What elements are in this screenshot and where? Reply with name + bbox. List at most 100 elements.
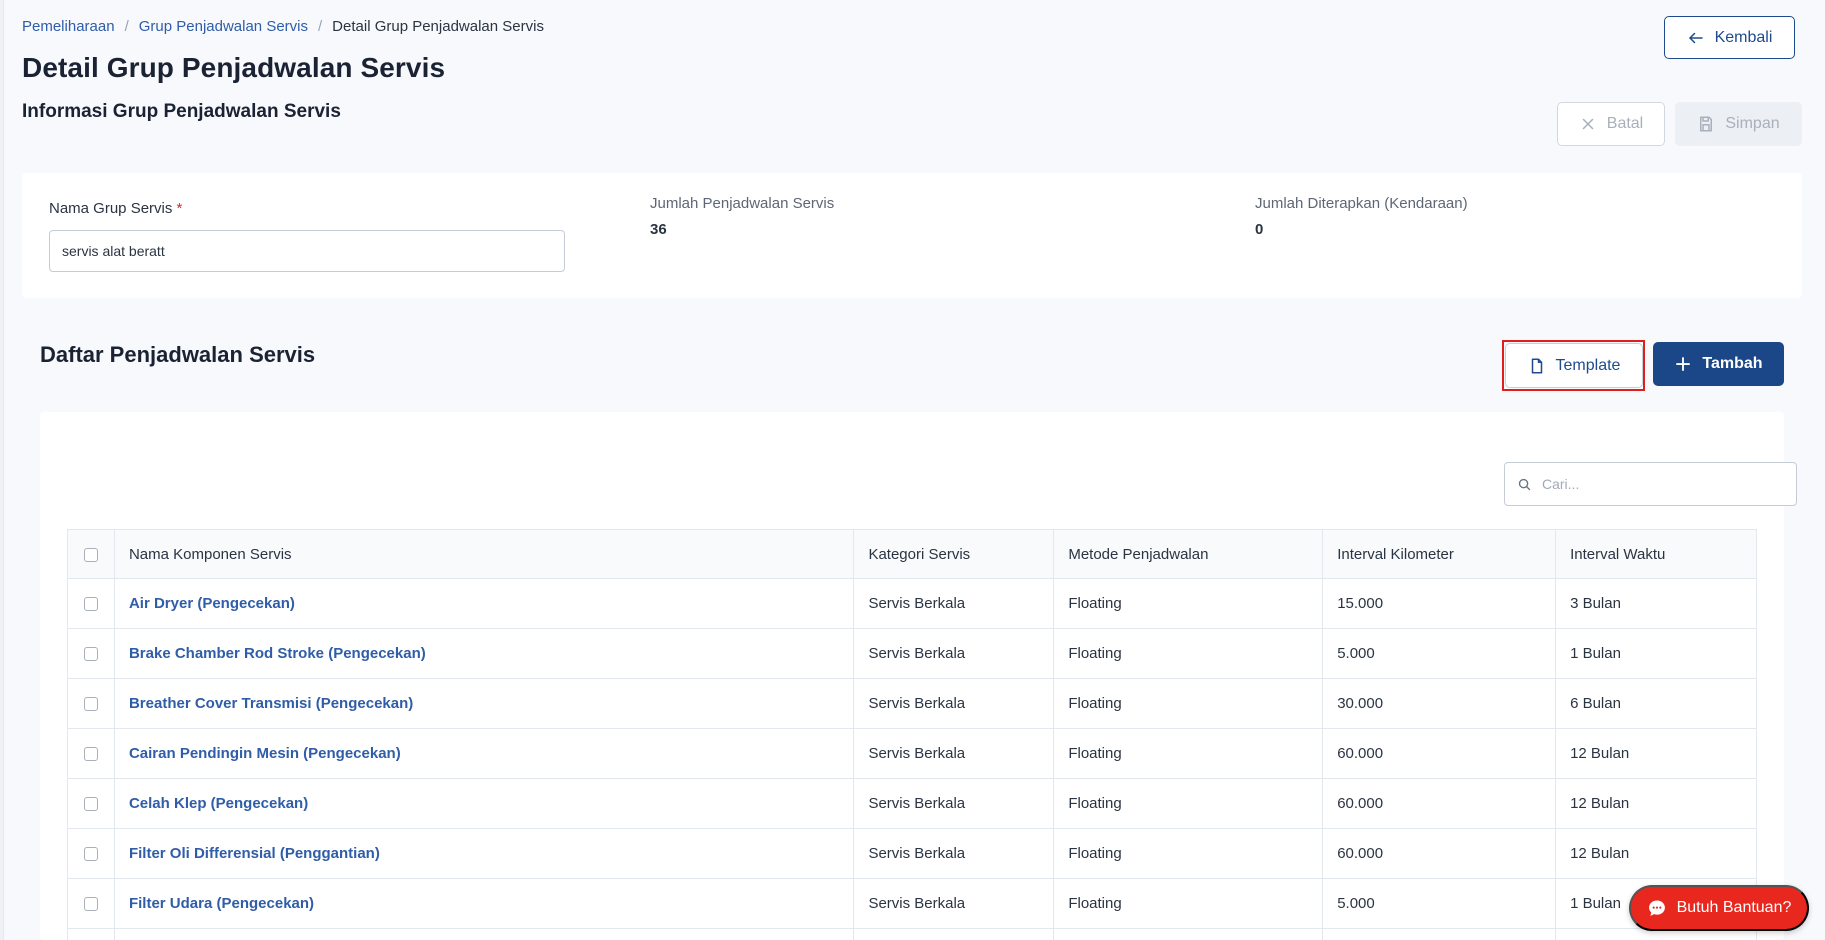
method-cell: Floating	[1053, 578, 1324, 629]
search-icon	[1518, 478, 1531, 490]
interval-km-cell: 5.000	[1322, 628, 1557, 679]
table-row: Air Dryer (Pengecekan) Servis Berkala Fl…	[67, 578, 1757, 629]
component-name-link[interactable]: Filter Udara (Pengecekan)	[113, 878, 855, 929]
component-name-link[interactable]: Cairan Pendingin Mesin (Pengecekan)	[113, 728, 855, 779]
interval-km-cell: 30.000	[1322, 678, 1557, 729]
method-cell	[1053, 928, 1324, 940]
category-cell: Servis Berkala	[853, 578, 1055, 629]
method-cell: Floating	[1053, 828, 1324, 879]
interval-km-cell: 60.000	[1322, 728, 1557, 779]
table-row: Brake Chamber Rod Stroke (Pengecekan) Se…	[67, 628, 1757, 679]
group-name-label-text: Nama Grup Servis	[49, 200, 173, 217]
help-button-label: Butuh Bantuan?	[1676, 899, 1792, 916]
column-header-interval-waktu[interactable]: Interval Waktu	[1555, 529, 1757, 579]
row-checkbox-cell	[67, 578, 115, 629]
breadcrumb-current: Detail Grup Penjadwalan Servis	[332, 18, 544, 35]
template-button[interactable]: Template	[1505, 343, 1643, 388]
breadcrumb-separator: /	[124, 18, 129, 35]
breadcrumb: Pemeliharaan / Grup Penjadwalan Servis /…	[22, 18, 544, 35]
breadcrumb-item-pemeliharaan[interactable]: Pemeliharaan	[22, 18, 115, 35]
cancel-button[interactable]: Batal	[1557, 102, 1665, 146]
stat-label-jumlah-diterapkan: Jumlah Diterapkan (Kendaraan)	[1255, 195, 1468, 212]
row-checkbox[interactable]	[83, 747, 98, 762]
select-all-cell	[67, 529, 115, 579]
plus-icon	[1676, 357, 1691, 371]
search-input[interactable]	[1542, 476, 1772, 492]
table-row: Celah Klep (Pengecekan) Servis Berkala F…	[67, 778, 1757, 829]
method-cell: Floating	[1053, 778, 1324, 829]
select-all-checkbox[interactable]	[83, 547, 98, 562]
interval-km-cell	[1322, 928, 1557, 940]
interval-time-cell: 6 Bulan	[1555, 678, 1757, 729]
stat-value-jumlah-diterapkan: 0	[1255, 221, 1264, 238]
method-cell: Floating	[1053, 628, 1324, 679]
column-header-metode[interactable]: Metode Penjadwalan	[1053, 529, 1324, 579]
row-checkbox[interactable]	[83, 597, 98, 612]
add-button[interactable]: Tambah	[1653, 342, 1784, 386]
row-checkbox[interactable]	[83, 647, 98, 662]
table-header-row: Nama Komponen Servis Kategori Servis Met…	[67, 529, 1757, 579]
category-cell: Servis Berkala	[853, 828, 1055, 879]
row-checkbox-cell	[67, 928, 115, 940]
component-name-link[interactable]: Brake Chamber Rod Stroke (Pengecekan)	[113, 628, 855, 679]
schedule-table: Nama Komponen Servis Kategori Servis Met…	[67, 529, 1757, 940]
interval-time-cell: 12 Bulan	[1555, 778, 1757, 829]
row-checkbox-cell	[67, 828, 115, 879]
save-icon	[1700, 116, 1713, 132]
search-field[interactable]	[1504, 462, 1797, 506]
row-checkbox-cell	[67, 728, 115, 779]
category-cell: Servis Berkala	[853, 678, 1055, 729]
row-checkbox[interactable]	[83, 797, 98, 812]
table-row: Breather Cover Transmisi (Pengecekan) Se…	[67, 678, 1757, 729]
row-checkbox-cell	[67, 628, 115, 679]
page: Pemeliharaan / Grup Penjadwalan Servis /…	[0, 0, 1825, 940]
section-title: Informasi Grup Penjadwalan Servis	[22, 101, 341, 122]
column-header-interval-km[interactable]: Interval Kilometer	[1322, 529, 1557, 579]
row-checkbox-cell	[67, 778, 115, 829]
schedule-table-card: Nama Komponen Servis Kategori Servis Met…	[40, 412, 1797, 940]
method-cell: Floating	[1053, 728, 1324, 779]
interval-time-cell: 12 Bulan	[1555, 728, 1757, 779]
category-cell: Servis Berkala	[853, 878, 1055, 929]
stat-value-jumlah-penjadwalan: 36	[650, 221, 667, 238]
interval-km-cell: 15.000	[1322, 578, 1557, 629]
save-button-label: Simpan	[1725, 115, 1780, 132]
table-row	[67, 928, 1757, 940]
method-cell: Floating	[1053, 678, 1324, 729]
component-name-link[interactable]: Air Dryer (Pengecekan)	[113, 578, 855, 629]
row-checkbox-cell	[67, 878, 115, 929]
template-button-label: Template	[1555, 356, 1621, 374]
interval-time-cell: 3 Bulan	[1555, 578, 1757, 629]
row-checkbox[interactable]	[83, 697, 98, 712]
category-cell: Servis Berkala	[853, 728, 1055, 779]
close-icon	[1582, 118, 1594, 130]
category-cell: Servis Berkala	[853, 778, 1055, 829]
file-icon	[1531, 358, 1542, 373]
table-row: Cairan Pendingin Mesin (Pengecekan) Serv…	[67, 728, 1757, 779]
component-name-link[interactable]	[113, 928, 855, 940]
interval-km-cell: 60.000	[1322, 828, 1557, 879]
add-button-label: Tambah	[1702, 355, 1763, 372]
row-checkbox-cell	[67, 678, 115, 729]
group-name-input[interactable]	[49, 230, 565, 272]
category-cell: Servis Berkala	[853, 628, 1055, 679]
breadcrumb-separator: /	[318, 18, 323, 35]
row-checkbox[interactable]	[83, 897, 98, 912]
breadcrumb-item-grup-penjadwalan[interactable]: Grup Penjadwalan Servis	[139, 18, 308, 35]
component-name-link[interactable]: Filter Oli Differensial (Penggantian)	[113, 828, 855, 879]
interval-time-cell: 1 Bulan	[1555, 628, 1757, 679]
save-button[interactable]: Simpan	[1675, 102, 1802, 146]
stat-label-jumlah-penjadwalan: Jumlah Penjadwalan Servis	[650, 195, 835, 212]
component-name-link[interactable]: Breather Cover Transmisi (Pengecekan)	[113, 678, 855, 729]
back-button[interactable]: Kembali	[1664, 16, 1795, 59]
help-button[interactable]: Butuh Bantuan?	[1629, 885, 1809, 931]
component-name-link[interactable]: Celah Klep (Pengecekan)	[113, 778, 855, 829]
table-row: Filter Oli Differensial (Penggantian) Se…	[67, 828, 1757, 879]
chat-icon	[1648, 900, 1665, 916]
row-checkbox[interactable]	[83, 847, 98, 862]
cancel-button-label: Batal	[1606, 115, 1644, 132]
column-header-kategori[interactable]: Kategori Servis	[853, 529, 1055, 579]
interval-km-cell: 5.000	[1322, 878, 1557, 929]
group-info-card: Nama Grup Servis * Jumlah Penjadwalan Se…	[22, 173, 1802, 298]
column-header-nama-komponen[interactable]: Nama Komponen Servis	[113, 529, 855, 579]
